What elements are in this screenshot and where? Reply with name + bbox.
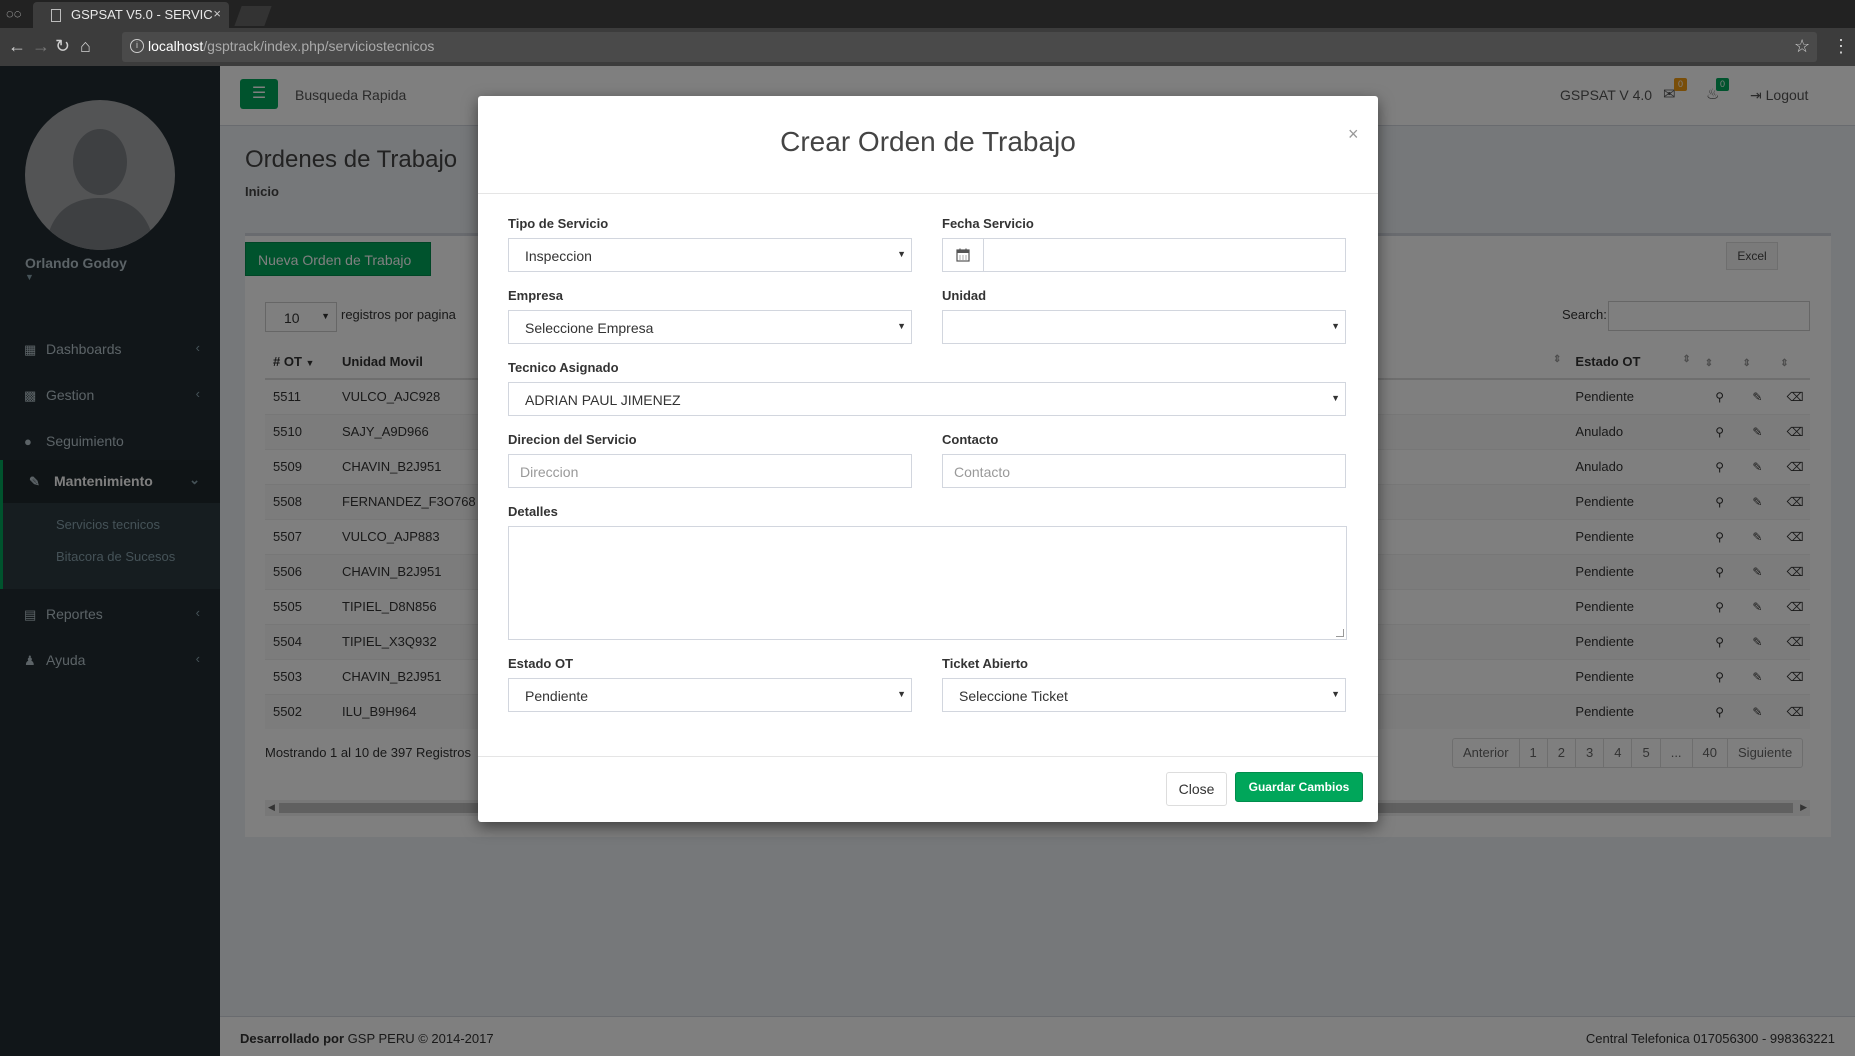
back-icon[interactable]: ←: [8, 37, 26, 55]
chevron-down-icon: ▼: [1331, 393, 1340, 403]
unidad-select[interactable]: ▼: [942, 310, 1346, 344]
menu-dots-icon[interactable]: ⋮: [1832, 37, 1850, 55]
detalles-textarea[interactable]: [508, 526, 1347, 640]
info-icon[interactable]: i: [130, 39, 144, 53]
ticket-label: Ticket Abierto: [942, 656, 1028, 671]
tab-title: GSPSAT V5.0 - SERVIC: [71, 7, 213, 22]
reload-icon[interactable]: ↻: [55, 37, 70, 55]
estado-ot-value: Pendiente: [525, 688, 589, 704]
tab-close-icon[interactable]: ×: [213, 6, 221, 21]
tecnico-label: Tecnico Asignado: [508, 360, 619, 375]
close-button[interactable]: Close: [1166, 772, 1227, 806]
tipo-servicio-label: Tipo de Servicio: [508, 216, 609, 231]
document-icon: [51, 9, 61, 22]
incognito-icon: ◌◌: [6, 6, 22, 21]
empresa-label: Empresa: [508, 288, 563, 303]
browser-tab[interactable]: GSPSAT V5.0 - SERVIC ×: [33, 2, 229, 28]
close-icon[interactable]: ×: [1348, 124, 1359, 145]
tecnico-select[interactable]: ADRIAN PAUL JIMENEZ ▼: [508, 382, 1346, 416]
fecha-servicio-label: Fecha Servicio: [942, 216, 1034, 231]
tipo-servicio-select[interactable]: Inspeccion ▼: [508, 238, 912, 272]
bookmark-star-icon[interactable]: ☆: [1794, 37, 1810, 55]
empresa-select[interactable]: Seleccione Empresa ▼: [508, 310, 912, 344]
save-button[interactable]: Guardar Cambios: [1235, 772, 1363, 802]
browser-toolbar: ← → ↻ ⌂ i localhost/gsptrack/index.php/s…: [0, 28, 1855, 66]
resize-grip-icon[interactable]: [1336, 629, 1344, 637]
address-bar[interactable]: i localhost/gsptrack/index.php/servicios…: [122, 32, 1817, 62]
direccion-label: Direcion del Servicio: [508, 432, 637, 447]
calendar-icon: [956, 248, 970, 262]
tecnico-value: ADRIAN PAUL JIMENEZ: [525, 392, 681, 408]
home-icon[interactable]: ⌂: [80, 37, 91, 55]
chevron-down-icon: ▼: [897, 321, 906, 331]
url-host: localhost: [148, 38, 204, 54]
estado-ot-label: Estado OT: [508, 656, 574, 671]
new-tab-button[interactable]: [234, 6, 272, 26]
modal-title: Crear Orden de Trabajo: [780, 126, 1076, 157]
calendar-addon[interactable]: [942, 238, 984, 272]
fecha-servicio-input[interactable]: [983, 238, 1346, 272]
modal-header: Crear Orden de Trabajo ×: [478, 96, 1378, 194]
detalles-label: Detalles: [508, 504, 558, 519]
ticket-select[interactable]: Seleccione Ticket ▼: [942, 678, 1346, 712]
chevron-down-icon: ▼: [897, 249, 906, 259]
empresa-value: Seleccione Empresa: [525, 320, 654, 336]
contacto-label: Contacto: [942, 432, 999, 447]
url-path: /gsptrack/index.php/serviciostecnicos: [203, 38, 435, 54]
ticket-value: Seleccione Ticket: [959, 688, 1068, 704]
tipo-servicio-value: Inspeccion: [525, 248, 592, 264]
create-order-modal: Crear Orden de Trabajo × Tipo de Servici…: [478, 96, 1378, 822]
chevron-down-icon: ▼: [1331, 321, 1340, 331]
unidad-label: Unidad: [942, 288, 987, 303]
forward-icon[interactable]: →: [32, 37, 50, 55]
contacto-input[interactable]: Contacto: [942, 454, 1346, 488]
chevron-down-icon: ▼: [897, 689, 906, 699]
estado-ot-select[interactable]: Pendiente ▼: [508, 678, 912, 712]
chevron-down-icon: ▼: [1331, 689, 1340, 699]
direccion-input[interactable]: Direccion: [508, 454, 912, 488]
browser-tabbar: ◌◌ GSPSAT V5.0 - SERVIC ×: [0, 0, 1855, 28]
